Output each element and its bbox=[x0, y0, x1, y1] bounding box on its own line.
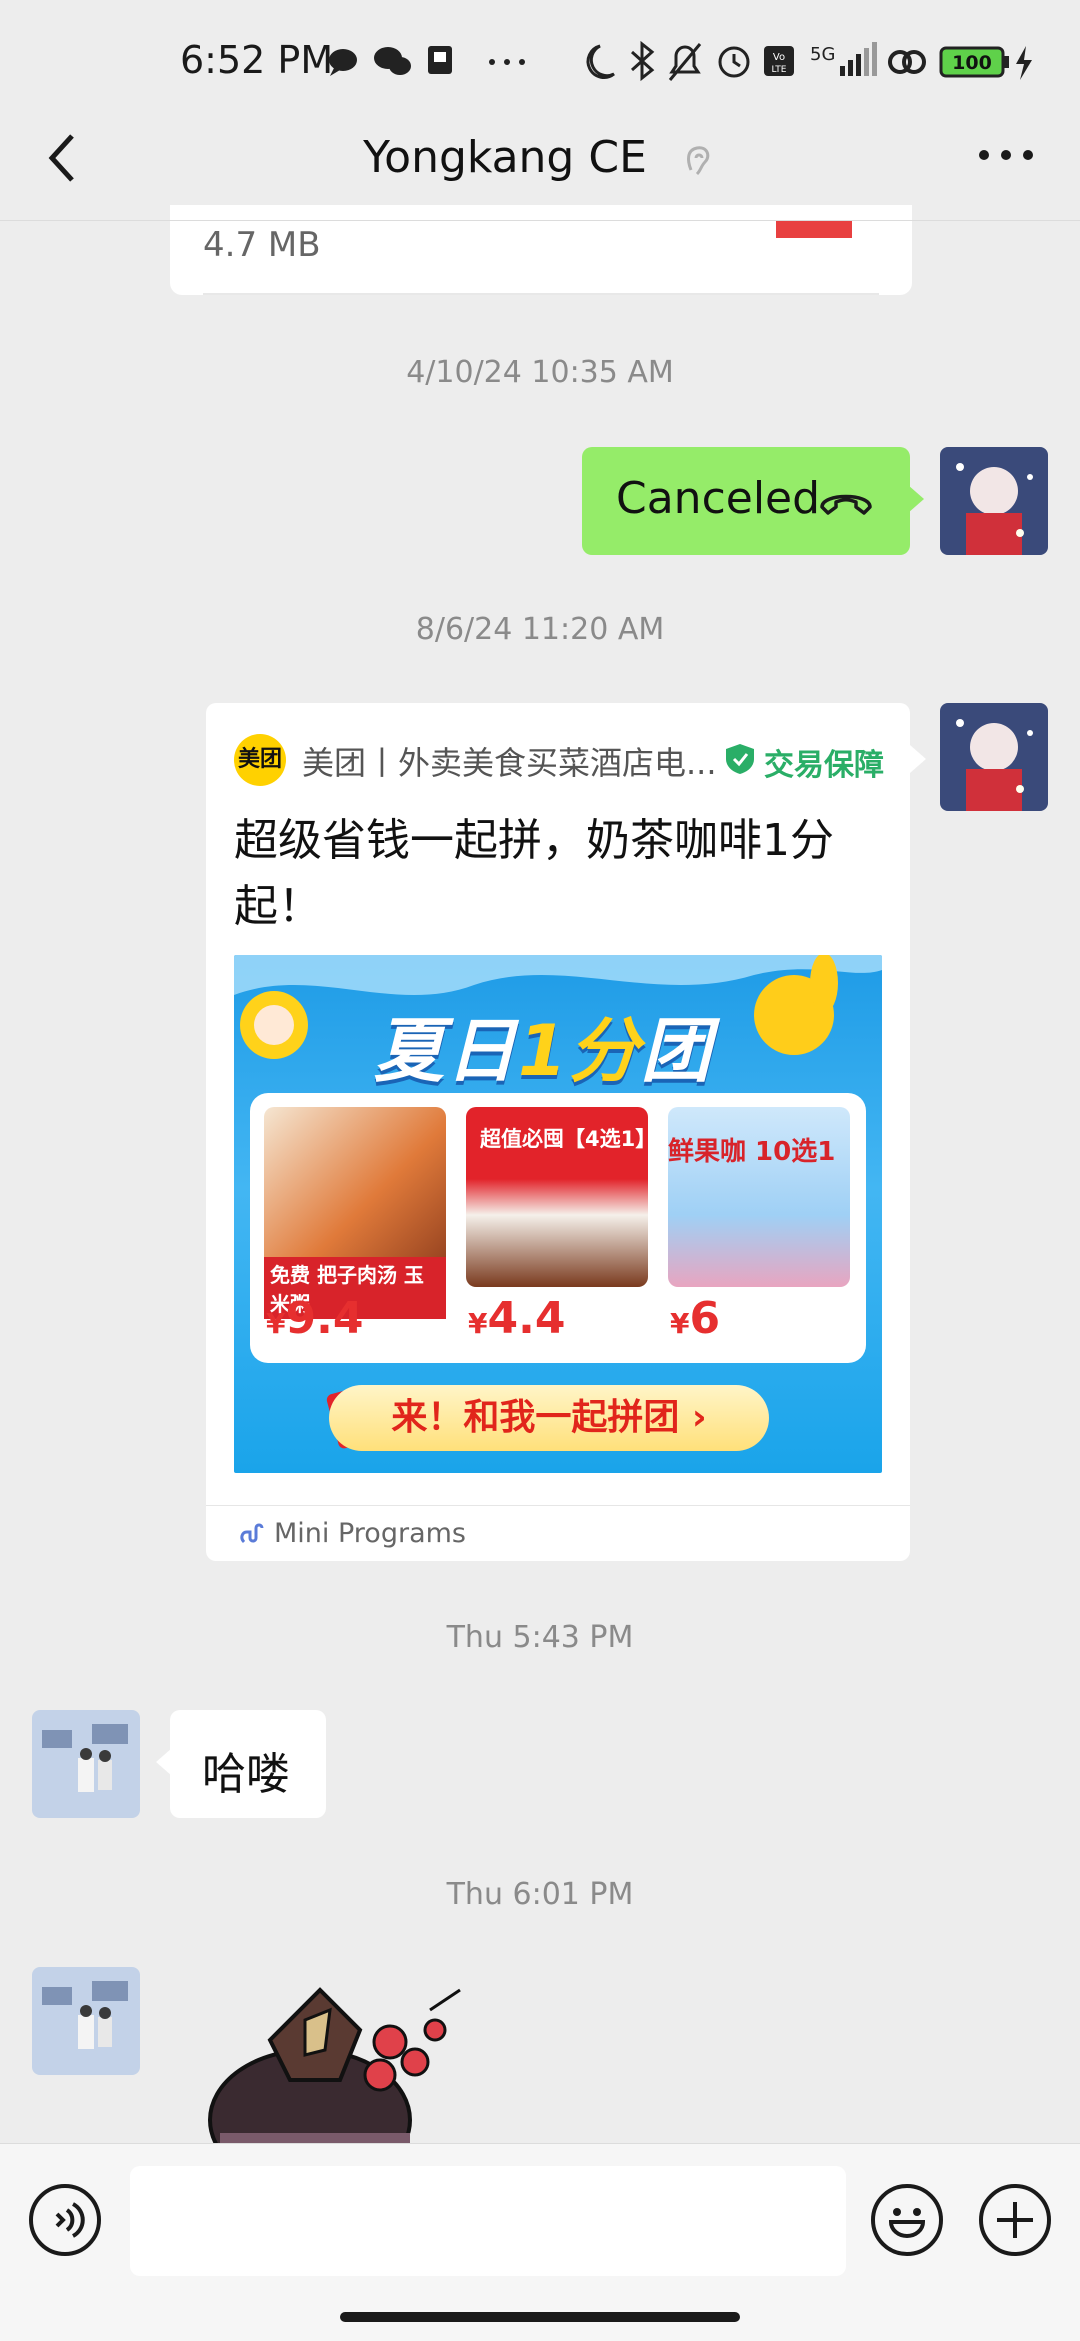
trade-guarantee-badge: 交易保障 bbox=[764, 748, 884, 783]
price-value: 4.4 bbox=[487, 1293, 566, 1344]
banner-title-b: 1分 bbox=[518, 1010, 641, 1092]
product-price-3: ¥6 bbox=[670, 1293, 720, 1344]
call-record-bubble[interactable]: Canceled bbox=[582, 447, 924, 555]
alarm-icon bbox=[718, 46, 750, 78]
product-label-3: 鲜果咖 10选1 bbox=[668, 1137, 836, 1167]
join-group-button[interactable]: 来！和我一起拼团 › bbox=[329, 1385, 769, 1451]
chat-title: Yongkang CE bbox=[0, 128, 1080, 188]
mute-bell-icon bbox=[668, 43, 702, 81]
bluetooth-icon bbox=[630, 40, 655, 82]
product-price-1: ¥9.4 bbox=[266, 1293, 363, 1344]
message-input[interactable] bbox=[130, 2166, 846, 2276]
svg-text:5G: 5G bbox=[810, 44, 835, 65]
my-avatar[interactable] bbox=[940, 703, 1048, 811]
mini-program-icon bbox=[240, 1523, 264, 1544]
emoji-icon bbox=[888, 2208, 926, 2238]
sticker-image[interactable] bbox=[200, 1970, 480, 2143]
svg-text:Vo: Vo bbox=[773, 52, 785, 63]
product-price-2: ¥4.4 bbox=[468, 1293, 565, 1344]
mini-program-title: 超级省钱一起拼，奶茶咖啡1分起！ bbox=[234, 815, 834, 932]
message-text: 哈喽 bbox=[202, 1749, 290, 1800]
incoming-message-bubble[interactable]: 哈喽 bbox=[156, 1710, 326, 1818]
mini-program-label: Mini Programs bbox=[274, 1518, 466, 1549]
file-type-icon bbox=[776, 220, 852, 238]
back-arrow-icon[interactable] bbox=[42, 128, 82, 188]
message-timestamp: Thu 5:43 PM bbox=[446, 1620, 634, 1655]
my-avatar[interactable] bbox=[940, 447, 1048, 555]
svg-text:LTE: LTE bbox=[772, 65, 787, 75]
currency-symbol: ¥ bbox=[266, 1307, 286, 1340]
more-options-icon[interactable] bbox=[976, 140, 1036, 170]
mini-program-source: 美团丨外卖美食买菜酒店电... bbox=[302, 744, 717, 782]
battery-icon: 100 bbox=[939, 46, 1009, 78]
phone-notification-icon bbox=[428, 46, 452, 74]
more-notifications-icon bbox=[489, 59, 525, 65]
emoji-button[interactable] bbox=[871, 2184, 943, 2256]
message-timestamp: 8/6/24 11:20 AM bbox=[415, 612, 665, 647]
volte-icon: Vo LTE bbox=[764, 46, 794, 76]
home-indicator[interactable] bbox=[340, 2312, 740, 2322]
hangup-phone-icon bbox=[820, 494, 872, 515]
message-timestamp: Thu 6:01 PM bbox=[446, 1877, 634, 1912]
bubble-tail bbox=[910, 745, 926, 773]
currency-symbol: ¥ bbox=[468, 1307, 488, 1340]
product-image-2: 超值必囤【4选1】 bbox=[466, 1107, 657, 1287]
chat-title-text: Yongkang CE bbox=[363, 132, 647, 183]
banner-title-a: 夏日 bbox=[374, 1010, 518, 1092]
product-image-3: 鲜果咖 10选1 bbox=[668, 1107, 850, 1287]
banner-title: 夏日1分团 bbox=[374, 995, 713, 1096]
message-timestamp: 4/10/24 10:35 AM bbox=[406, 355, 674, 390]
currency-symbol: ¥ bbox=[670, 1307, 690, 1340]
status-icons: Vo LTE 5G 100 bbox=[329, 40, 1032, 82]
hotspot-icon bbox=[888, 50, 926, 74]
signal-icon: 5G bbox=[810, 42, 877, 76]
product-label-2: 超值必囤【4选1】 bbox=[480, 1127, 657, 1151]
products-panel: 免费 把子肉汤 玉米粥 超值必囤【4选1】 鲜果咖 10选1 ¥9.4 ¥4.4… bbox=[250, 1093, 866, 1363]
charging-icon bbox=[1016, 46, 1032, 80]
product-image-1: 免费 把子肉汤 玉米粥 bbox=[264, 1107, 446, 1319]
status-bar: 6:52 PM Vo LTE 5G 100 bbox=[0, 0, 1080, 125]
more-functions-button[interactable] bbox=[979, 2184, 1051, 2256]
header-divider bbox=[0, 220, 1080, 221]
price-value: 6 bbox=[689, 1293, 721, 1344]
svg-text:100: 100 bbox=[952, 52, 992, 74]
contact-avatar[interactable] bbox=[32, 1967, 140, 2075]
contact-avatar[interactable] bbox=[32, 1710, 140, 1818]
price-value: 9.4 bbox=[285, 1293, 364, 1344]
voice-input-button[interactable] bbox=[29, 2184, 101, 2256]
file-size: 4.7 MB bbox=[203, 225, 321, 265]
plus-icon bbox=[997, 2202, 1033, 2238]
voice-icon bbox=[55, 2202, 85, 2238]
mini-program-divider bbox=[206, 1505, 910, 1506]
shield-check-icon bbox=[726, 744, 754, 774]
meituan-logo: 美团 bbox=[234, 734, 286, 786]
wechat-notification-icon bbox=[374, 47, 411, 75]
call-status-text: Canceled bbox=[616, 473, 821, 524]
banner-title-c: 团 bbox=[640, 1010, 713, 1092]
file-card-divider bbox=[203, 293, 879, 295]
dnd-moon-icon bbox=[586, 44, 615, 79]
ear-icon bbox=[686, 146, 710, 176]
promo-banner-image[interactable]: 夏日1分团 免费 把子肉汤 玉米粥 超值必囤【4选1】 鲜果咖 10选1 ¥9.… bbox=[234, 955, 882, 1473]
message-notification-icon bbox=[329, 49, 357, 76]
